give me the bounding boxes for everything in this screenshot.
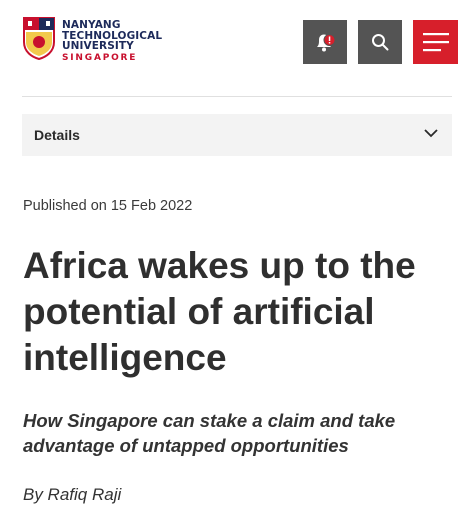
search-icon [372,34,389,51]
details-label: Details [34,127,80,143]
alert-button[interactable] [303,20,347,64]
header-divider [22,96,452,97]
hamburger-menu-icon [422,33,449,52]
chevron-down-icon [424,129,438,138]
menu-button[interactable] [413,20,458,64]
logo-line-1: NANYANG [62,19,121,31]
details-accordion[interactable]: Details [22,114,452,156]
logo-line-3: UNIVERSITY [62,40,134,52]
article-title: Africa wakes up to the potential of arti… [23,245,416,378]
article-byline: By Rafiq Raji [23,485,122,504]
bell-alert-icon [317,34,336,52]
site-header: NANYANG TECHNOLOGICAL UNIVERSITY SINGAPO… [0,0,474,84]
logo-line-4: SINGAPORE [62,52,138,63]
article-subtitle: How Singapore can stake a claim and take… [23,410,396,456]
ntu-logo[interactable]: NANYANG TECHNOLOGICAL UNIVERSITY SINGAPO… [22,16,162,64]
ntu-crest-icon [23,17,55,60]
published-date: Published on 15 Feb 2022 [23,198,193,214]
search-button[interactable] [358,20,402,64]
